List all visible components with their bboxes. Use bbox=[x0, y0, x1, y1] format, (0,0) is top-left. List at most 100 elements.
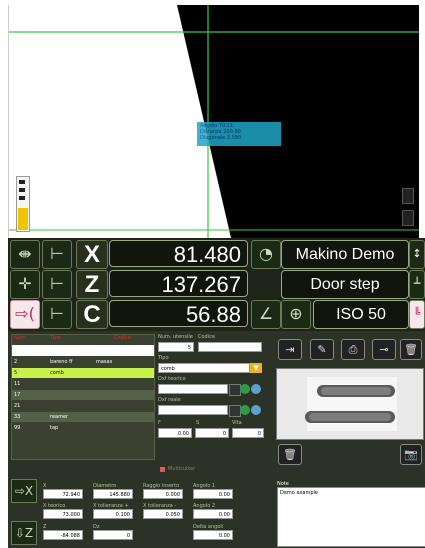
zoom-icon[interactable] bbox=[251, 405, 261, 415]
delta-input[interactable]: 0.00 bbox=[193, 530, 233, 540]
tool-preview-image bbox=[276, 368, 424, 440]
angolo1-input[interactable]: 0.00 bbox=[193, 489, 233, 499]
angle-icon[interactable]: ∠ bbox=[251, 300, 281, 329]
taper-name[interactable]: ISO 50 bbox=[313, 300, 409, 329]
x-input[interactable]: 72.940 bbox=[43, 489, 83, 499]
tools-table: Num Tipo Codice 2 bareno ff masas 5 comb 11 17… bbox=[11, 334, 155, 460]
dxf-reale-label: Dxf reale bbox=[158, 397, 181, 403]
gauge-dial-icon[interactable]: ◔ bbox=[251, 240, 281, 269]
axis-x-label: X bbox=[76, 240, 108, 269]
cell-tipo: bareno ff bbox=[50, 359, 73, 365]
center-cross-icon[interactable]: ✛ bbox=[10, 270, 40, 299]
tool-axis-icon[interactable]: ⊢ bbox=[42, 240, 72, 269]
tool-holder-icon[interactable]: ⊕ bbox=[281, 300, 311, 329]
dro-panel: ⇼ ⊢ X 81.480 ◔ Makino Demo ↕ ✛ ⊢ Z 137.2… bbox=[8, 238, 425, 331]
cell-tipo: reamer bbox=[50, 414, 69, 420]
cell-num: 99 bbox=[14, 425, 21, 431]
delete-image-icon[interactable]: 🗑 bbox=[278, 444, 302, 465]
tool-axis-z-icon[interactable]: ⊢ bbox=[42, 270, 72, 299]
vita-input[interactable]: 0 bbox=[232, 428, 264, 438]
axis-x-value: 81.480 bbox=[109, 240, 248, 267]
probe-arrow-icon[interactable]: ⇨( bbox=[10, 300, 40, 329]
table-row[interactable]: 11 bbox=[12, 379, 154, 389]
raggio-input[interactable]: 0.000 bbox=[143, 489, 183, 499]
cell-num: 2 bbox=[14, 359, 18, 365]
cell-tipo: comb bbox=[50, 370, 64, 376]
probe-icon[interactable]: ⊸ bbox=[372, 339, 396, 360]
z-offset-icon[interactable]: ⇩Z bbox=[11, 521, 37, 545]
cell-codice: masas bbox=[96, 359, 113, 365]
xtoll-minus-input[interactable]: 0.050 bbox=[143, 509, 183, 519]
dxf-teorico-actions bbox=[229, 384, 263, 396]
table-row[interactable]: 17 bbox=[12, 390, 154, 400]
center-arrows-icon[interactable]: ⇼ bbox=[10, 240, 40, 269]
measure-line-3: Diagonale 3.590 bbox=[200, 135, 242, 141]
num-input[interactable]: 5 bbox=[158, 342, 194, 352]
dro-row-z: ✛ ⊢ Z 137.267 Door step ┴ bbox=[8, 270, 425, 299]
zoom-icon[interactable] bbox=[251, 384, 261, 394]
light-gauge[interactable] bbox=[16, 176, 30, 232]
viewer-side-button-1[interactable] bbox=[402, 188, 414, 204]
tipo-select[interactable]: comb bbox=[158, 363, 250, 373]
chevron-down-icon[interactable]: ▼ bbox=[250, 363, 262, 373]
measurement-overlay: Angolo 70.11 Distanza 200.90 Diagonale 3… bbox=[197, 122, 281, 146]
cell-num: 5 bbox=[14, 370, 18, 376]
multicutter-label: Multicutter bbox=[168, 466, 196, 472]
codice-label: Codice bbox=[198, 334, 215, 340]
cell-num: 21 bbox=[14, 403, 21, 409]
load-icon[interactable] bbox=[240, 384, 250, 394]
table-row[interactable]: 33 reamer bbox=[12, 412, 154, 422]
cell-num: 17 bbox=[14, 392, 21, 398]
cell-num: 11 bbox=[14, 381, 21, 387]
tipo-label: Tipo bbox=[158, 355, 169, 361]
s-input[interactable]: 0 bbox=[195, 428, 229, 438]
dxf-teorico-input[interactable] bbox=[158, 384, 228, 394]
tool-change-icon[interactable]: ╚ bbox=[409, 300, 425, 329]
angolo2-input[interactable]: 0.00 bbox=[193, 509, 233, 519]
tool-panel: Num Tipo Codice 2 bareno ff masas 5 comb 11 17… bbox=[8, 331, 425, 548]
axis-z-value: 137.267 bbox=[109, 270, 248, 297]
table-row[interactable]: 99 tap bbox=[12, 423, 154, 433]
camera-icon[interactable]: 📷 bbox=[400, 444, 422, 465]
dz-input[interactable]: 0 bbox=[93, 530, 133, 540]
trash-icon[interactable]: 🗑 bbox=[400, 339, 422, 360]
s-label: S bbox=[196, 420, 200, 426]
xteorico-input[interactable]: 73.000 bbox=[43, 509, 83, 519]
z-input[interactable]: -84.088 bbox=[43, 530, 83, 540]
load-icon[interactable] bbox=[240, 405, 250, 415]
spindle-icon[interactable]: ┴ bbox=[409, 270, 425, 299]
axis-z-label: Z bbox=[76, 270, 108, 299]
note-textarea[interactable]: Demo example bbox=[277, 487, 425, 547]
cell-tipo: tap bbox=[50, 425, 59, 431]
pipette-icon[interactable]: ✎ bbox=[310, 339, 334, 360]
f-input[interactable]: 0.00 bbox=[158, 428, 192, 438]
col-tipo: Tipo bbox=[50, 335, 61, 341]
x-offset-icon[interactable]: ⇨X bbox=[11, 479, 37, 503]
col-num: Num bbox=[14, 335, 26, 341]
axis-c-label: C bbox=[76, 300, 108, 329]
dxf-reale-input[interactable] bbox=[158, 405, 228, 415]
f-label: F bbox=[158, 420, 161, 426]
dxf-reale-actions bbox=[229, 405, 263, 417]
tool-axis-c-icon[interactable]: ⊢ bbox=[42, 300, 72, 329]
table-header: Num Tipo Codice bbox=[12, 335, 154, 342]
print-icon[interactable]: ⎙ bbox=[341, 339, 365, 360]
multicutter-checkbox[interactable] bbox=[160, 467, 165, 472]
machine-name[interactable]: Makino Demo bbox=[281, 240, 409, 269]
cell-num: 33 bbox=[14, 414, 21, 420]
axis-c-value: 56.88 bbox=[109, 300, 248, 327]
export-icon[interactable]: ⇥ bbox=[278, 339, 302, 360]
dxf-teorico-label: Dxf teorico bbox=[158, 376, 186, 382]
table-row[interactable]: 21 bbox=[12, 401, 154, 411]
table-row[interactable]: 2 bareno ff masas bbox=[12, 357, 154, 367]
num-label: Num. utensile bbox=[158, 334, 193, 340]
program-name[interactable]: Door step bbox=[281, 270, 409, 299]
vita-label: Vita bbox=[232, 420, 242, 426]
codice-input[interactable] bbox=[198, 342, 262, 352]
xtoll-plus-input[interactable]: 0.100 bbox=[93, 509, 133, 519]
table-filter-row[interactable] bbox=[12, 345, 154, 356]
vertical-arrows-icon[interactable]: ↕ bbox=[409, 240, 425, 269]
viewer-side-button-2[interactable] bbox=[402, 210, 414, 226]
diametro-input[interactable]: 145.880 bbox=[93, 489, 133, 499]
table-row[interactable]: 5 comb bbox=[12, 368, 154, 378]
